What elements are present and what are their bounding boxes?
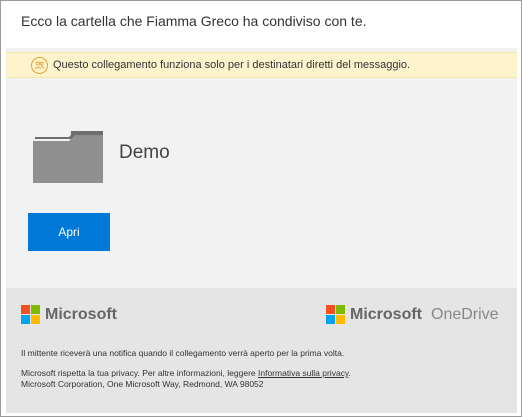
notice-text: Questo collegamento funziona solo per i … [53,59,411,71]
onedrive-wordmark: OneDrive [431,305,499,323]
notify-text: Il mittente riceverà una notifica quando… [21,348,345,358]
message-title: Ecco la cartella che Fiamma Greco ha con… [21,13,367,29]
footer: Microsoft Microsoft OneDrive Il mittente… [6,288,517,413]
email-frame: Ecco la cartella che Fiamma Greco ha con… [0,0,522,417]
notice-banner: Questo collegamento funziona solo per i … [6,52,517,78]
share-card: Questo collegamento funziona solo per i … [6,48,517,288]
privacy-link[interactable]: Informativa sulla privacy [258,368,349,378]
company-address: Microsoft Corporation, One Microsoft Way… [21,379,264,389]
people-icon [31,56,48,74]
microsoft-wordmark: Microsoft [45,305,117,323]
privacy-statement: Microsoft rispetta la tua privacy. Per a… [21,368,258,378]
privacy-text: Microsoft rispetta la tua privacy. Per a… [21,368,351,379]
microsoft-logo: Microsoft [21,305,117,324]
open-button[interactable]: Apri [28,213,110,251]
microsoft-wordmark: Microsoft [350,305,422,323]
microsoft-onedrive-logo: Microsoft OneDrive [326,305,499,324]
microsoft-squares-icon [21,305,40,324]
privacy-end: . [348,368,351,378]
folder-name[interactable]: Demo [119,142,170,164]
microsoft-squares-icon [326,305,345,324]
folder-icon[interactable] [33,127,103,183]
